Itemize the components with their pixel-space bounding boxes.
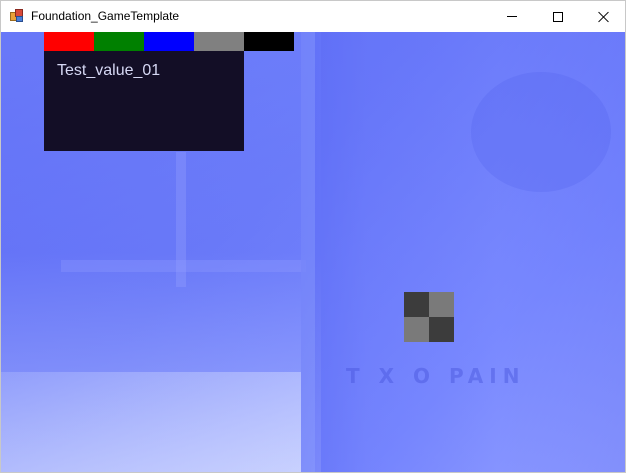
background-stain xyxy=(471,72,611,192)
minimize-icon xyxy=(507,16,517,17)
debug-value-text: Test_value_01 xyxy=(57,62,161,79)
app-icon[interactable] xyxy=(10,9,24,23)
close-button[interactable] xyxy=(581,1,625,32)
swatch-gray xyxy=(194,32,244,51)
checker-texture-tile xyxy=(404,292,454,342)
color-swatch-bar xyxy=(44,32,294,51)
close-icon xyxy=(598,11,610,23)
checker-cell xyxy=(404,292,429,317)
debug-panel: Test_value_01 xyxy=(44,51,244,151)
game-viewport[interactable]: T X O PAIN Test_value_01 xyxy=(1,32,625,472)
app-window: Foundation_GameTemplate T X O PAIN Test_… xyxy=(0,0,626,473)
background-window-sill xyxy=(61,260,306,272)
background-floor xyxy=(1,372,301,472)
window-title: Foundation_GameTemplate xyxy=(31,9,180,23)
maximize-button[interactable] xyxy=(535,1,581,32)
maximize-icon xyxy=(553,11,563,22)
swatch-black xyxy=(244,32,294,51)
minimize-button[interactable] xyxy=(489,1,535,32)
background-paint-text: T X O PAIN xyxy=(346,364,526,388)
swatch-blue xyxy=(144,32,194,51)
checker-cell xyxy=(429,317,454,342)
swatch-green xyxy=(94,32,144,51)
checker-cell xyxy=(404,317,429,342)
checker-cell xyxy=(429,292,454,317)
swatch-red xyxy=(44,32,94,51)
background-barrel-edge xyxy=(301,32,315,472)
title-bar[interactable]: Foundation_GameTemplate xyxy=(1,1,625,32)
